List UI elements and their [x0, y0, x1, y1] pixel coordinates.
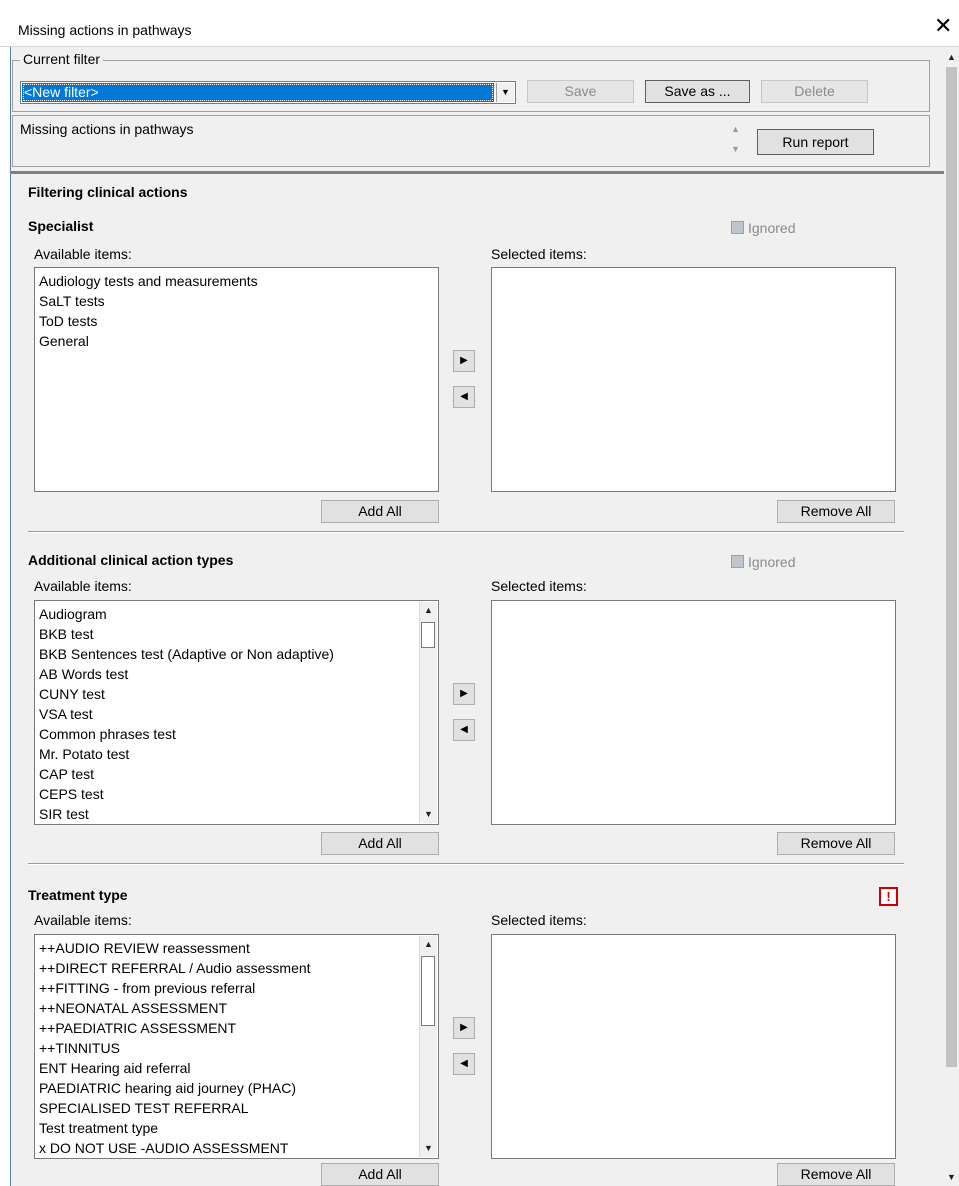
scroll-thumb[interactable]	[946, 67, 957, 1067]
selected-label: Selected items:	[491, 912, 587, 928]
splitter[interactable]	[10, 171, 944, 174]
spinner-down-icon[interactable]: ▼	[731, 144, 740, 154]
list-item[interactable]: CAP test	[39, 764, 94, 784]
list-item[interactable]: ++TINNITUS	[39, 1038, 120, 1058]
report-name: Missing actions in pathways	[20, 121, 194, 137]
arrow-left-icon: ◀	[460, 724, 468, 735]
move-right-button[interactable]: ▶	[453, 683, 475, 705]
treatment-title: Treatment type	[28, 887, 128, 903]
list-item[interactable]: CEPS test	[39, 784, 104, 804]
scroll-up-icon[interactable]: ▲	[420, 602, 437, 619]
list-item[interactable]: ++FITTING - from previous referral	[39, 978, 255, 998]
available-label: Available items:	[34, 912, 132, 928]
scroll-down-icon[interactable]: ▼	[420, 806, 437, 823]
list-item[interactable]: Test treatment type	[39, 1118, 158, 1138]
specialist-available-list[interactable]: Audiology tests and measurements SaLT te…	[34, 267, 439, 492]
selected-label: Selected items:	[491, 578, 587, 594]
checkbox-icon	[731, 555, 744, 568]
list-item[interactable]: CUNY test	[39, 684, 105, 704]
list-item[interactable]: ++NEONATAL ASSESSMENT	[39, 998, 227, 1018]
list-item[interactable]: ToD tests	[39, 311, 97, 331]
list-item[interactable]: Audiology tests and measurements	[39, 271, 258, 291]
list-item[interactable]: ++DIRECT REFERRAL / Audio assessment	[39, 958, 311, 978]
spinner-up-icon[interactable]: ▲	[731, 124, 740, 134]
list-item[interactable]: Mr. Potato test	[39, 744, 129, 764]
treatment-available-list[interactable]: ++AUDIO REVIEW reassessment ++DIRECT REF…	[34, 934, 439, 1159]
list-item[interactable]: Common phrases test	[39, 724, 176, 744]
remove-all-button[interactable]: Remove All	[777, 500, 895, 523]
list-item[interactable]: ++AUDIO REVIEW reassessment	[39, 938, 250, 958]
specialist-selected-list[interactable]	[491, 267, 896, 492]
list-item[interactable]: VSA test	[39, 704, 93, 724]
arrow-right-icon: ▶	[460, 688, 468, 699]
run-report-button[interactable]: Run report	[757, 129, 874, 155]
scroll-down-icon[interactable]: ▼	[420, 1140, 437, 1157]
warning-icon: !	[879, 887, 898, 906]
available-label: Available items:	[34, 578, 132, 594]
list-item[interactable]: SPECIALISED TEST REFERRAL	[39, 1098, 249, 1118]
list-item[interactable]: AB Words test	[39, 664, 128, 684]
ignored-label: Ignored	[748, 220, 796, 236]
additional-ignored-checkbox[interactable]: Ignored	[731, 554, 795, 570]
add-all-button[interactable]: Add All	[321, 832, 439, 855]
window-title: Missing actions in pathways	[18, 22, 192, 38]
list-item[interactable]: x DO NOT USE -AUDIO ASSESSMENT	[39, 1138, 288, 1158]
selected-label: Selected items:	[491, 246, 587, 262]
chevron-down-icon[interactable]: ▼	[496, 83, 514, 102]
current-filter-legend: Current filter	[20, 51, 104, 67]
list-item[interactable]: BKB Sentences test (Adaptive or Non adap…	[39, 644, 334, 664]
list-scrollbar[interactable]: ▲ ▼	[419, 602, 437, 823]
scroll-down-icon[interactable]: ▼	[944, 1169, 959, 1186]
additional-title: Additional clinical action types	[28, 552, 234, 568]
move-left-button[interactable]: ◀	[453, 1053, 475, 1075]
filter-select[interactable]: <New filter> ▼	[20, 81, 516, 104]
list-item[interactable]: SaLT tests	[39, 291, 105, 311]
close-icon[interactable]: ✕	[934, 16, 952, 38]
section-divider	[28, 531, 904, 533]
arrow-right-icon: ▶	[460, 355, 468, 366]
add-all-button[interactable]: Add All	[321, 500, 439, 523]
scroll-up-icon[interactable]: ▲	[420, 936, 437, 953]
treatment-selected-list[interactable]	[491, 934, 896, 1159]
section-divider	[28, 863, 904, 865]
arrow-left-icon: ◀	[460, 1058, 468, 1069]
remove-all-button[interactable]: Remove All	[777, 1163, 895, 1186]
additional-selected-list[interactable]	[491, 600, 896, 825]
list-item[interactable]: General	[39, 331, 89, 351]
arrow-left-icon: ◀	[460, 391, 468, 402]
list-item[interactable]: ENT Hearing aid referral	[39, 1058, 190, 1078]
dialog-scrollbar[interactable]: ▲ ▼	[944, 47, 959, 1186]
list-scrollbar[interactable]: ▲ ▼	[419, 936, 437, 1157]
specialist-ignored-checkbox[interactable]: Ignored	[731, 220, 795, 236]
specialist-title: Specialist	[28, 218, 94, 234]
arrow-right-icon: ▶	[460, 1022, 468, 1033]
additional-available-list[interactable]: Audiogram BKB test BKB Sentences test (A…	[34, 600, 439, 825]
save-button[interactable]: Save	[527, 80, 634, 103]
move-left-button[interactable]: ◀	[453, 719, 475, 741]
scroll-thumb[interactable]	[421, 622, 435, 648]
add-all-button[interactable]: Add All	[321, 1163, 439, 1186]
checkbox-icon	[731, 221, 744, 234]
move-right-button[interactable]: ▶	[453, 350, 475, 372]
list-item[interactable]: Audiogram	[39, 604, 107, 624]
filter-select-value: <New filter>	[22, 83, 494, 102]
list-item[interactable]: SIR test	[39, 804, 89, 824]
list-item[interactable]: ++PAEDIATRIC ASSESSMENT	[39, 1018, 236, 1038]
delete-button[interactable]: Delete	[761, 80, 868, 103]
scroll-thumb[interactable]	[421, 956, 435, 1026]
filtering-heading: Filtering clinical actions	[28, 184, 188, 200]
available-label: Available items:	[34, 246, 132, 262]
ignored-label: Ignored	[748, 554, 796, 570]
save-as-button[interactable]: Save as ...	[645, 80, 750, 103]
list-item[interactable]: PAEDIATRIC hearing aid journey (PHAC)	[39, 1078, 296, 1098]
move-right-button[interactable]: ▶	[453, 1017, 475, 1039]
scroll-up-icon[interactable]: ▲	[944, 49, 959, 66]
list-item[interactable]: BKB test	[39, 624, 93, 644]
remove-all-button[interactable]: Remove All	[777, 832, 895, 855]
move-left-button[interactable]: ◀	[453, 386, 475, 408]
